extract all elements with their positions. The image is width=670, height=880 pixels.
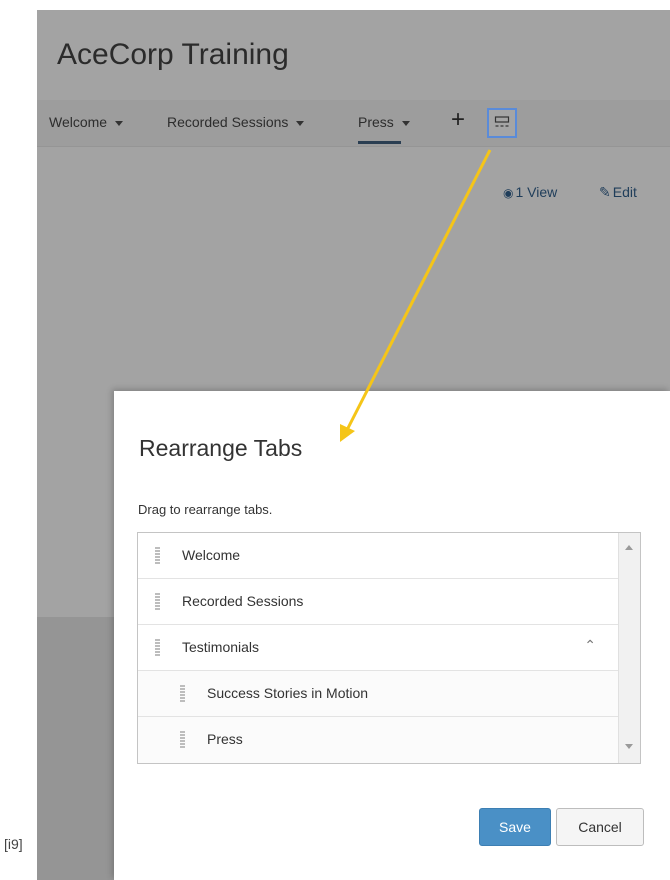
dialog-title: Rearrange Tabs [139,435,303,461]
dialog-hint: Drag to rearrange tabs. [138,502,273,517]
chevron-down-icon [296,120,305,126]
tab-bar: Welcome Recorded Sessions Press + [37,100,670,147]
list-item[interactable]: Recorded Sessions [138,579,620,625]
drag-handle-icon[interactable] [180,731,185,748]
list-item-label: Success Stories in Motion [207,685,369,701]
list-item-child[interactable]: Press [138,717,620,763]
rearrange-tabs-button[interactable] [487,108,517,138]
scroll-down-icon[interactable] [625,744,633,749]
active-tab-indicator [358,141,401,144]
list-item[interactable]: Testimonials ⌃ [138,625,620,671]
collapse-chevron-icon[interactable]: ⌃ [584,637,596,654]
list-item-label: Recorded Sessions [182,593,304,609]
background-panel [37,617,117,880]
view-count-link[interactable]: ◉ 1 View [503,184,557,200]
drag-handle-icon[interactable] [155,547,160,564]
list-item-label: Testimonials [182,639,260,655]
eye-icon: ◉ [503,186,514,200]
site-title: AceCorp Training [57,38,289,71]
tab-press[interactable]: Press [358,114,410,130]
chevron-down-icon [115,120,124,126]
view-count-label: 1 View [515,184,558,200]
save-button[interactable]: Save [479,808,551,846]
pencil-icon: ✎ [599,184,611,200]
tab-label: Welcome [49,114,108,130]
drag-handle-icon[interactable] [180,685,185,702]
edit-label: Edit [612,184,637,200]
tab-welcome[interactable]: Welcome [49,114,124,130]
image-caption-label: [i9] [4,836,23,852]
tab-label: Recorded Sessions [167,114,289,130]
tab-recorded-sessions[interactable]: Recorded Sessions [167,114,305,130]
drag-handle-icon[interactable] [155,639,160,656]
list-item-label: Welcome [182,547,241,563]
drag-handle-icon[interactable] [155,593,160,610]
rearrange-tabs-icon [494,116,510,127]
list-item-child[interactable]: Success Stories in Motion [138,671,620,717]
list-scrollbar[interactable] [618,533,640,763]
scroll-up-icon[interactable] [625,545,633,550]
tab-order-list: Welcome Recorded Sessions Testimonials ⌃… [137,532,641,764]
list-item[interactable]: Welcome [138,533,620,579]
rearrange-tabs-dialog: Rearrange Tabs Drag to rearrange tabs. W… [114,391,670,880]
list-item-label: Press [207,731,243,747]
chevron-down-icon [401,120,410,126]
add-tab-button[interactable]: + [451,106,465,134]
cancel-button[interactable]: Cancel [556,808,644,846]
edit-link[interactable]: ✎ Edit [599,184,637,201]
tab-label: Press [358,114,394,130]
